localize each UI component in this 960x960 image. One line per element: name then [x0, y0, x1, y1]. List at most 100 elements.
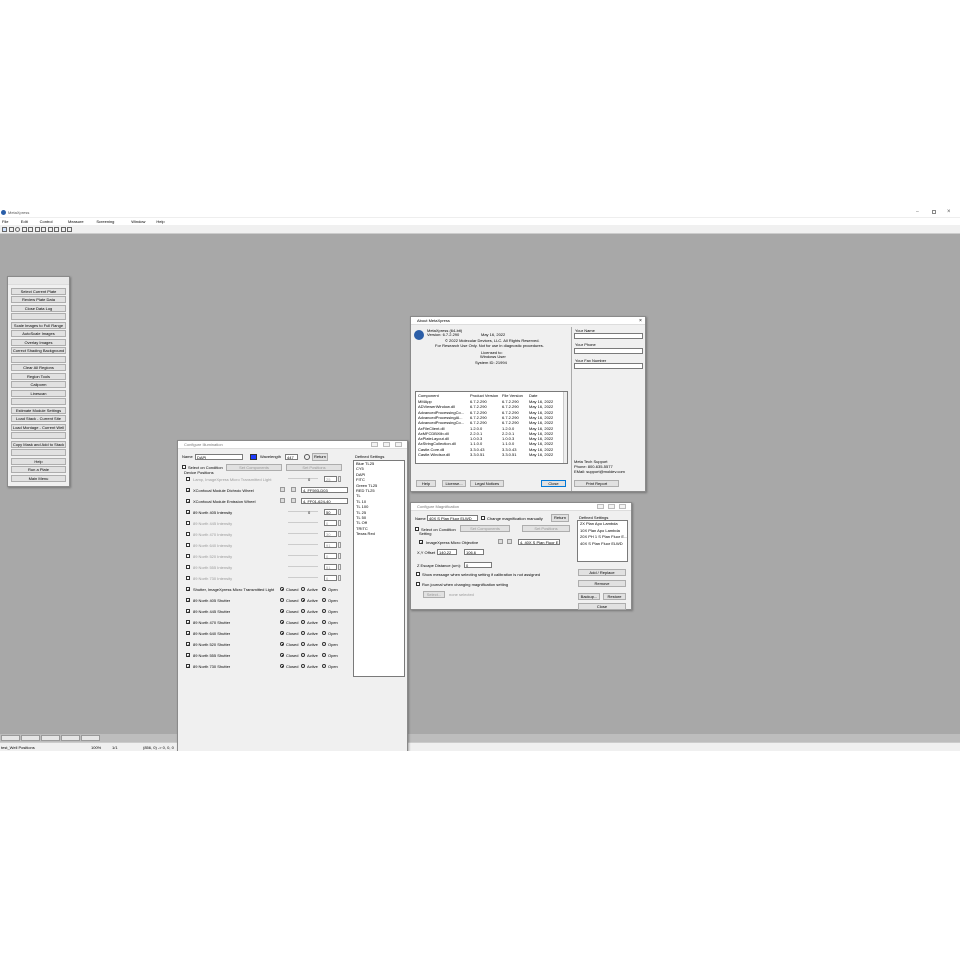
device-checkbox[interactable]: ✓: [186, 499, 190, 504]
multiline-icon[interactable]: [41, 227, 46, 232]
estimate-module-settings-button[interactable]: Estimate Module Settings: [11, 406, 66, 414]
shutter-open-radio[interactable]: [322, 609, 326, 613]
menu-item-control[interactable]: Control: [40, 219, 53, 224]
next-arrow[interactable]: [291, 487, 296, 492]
hand-icon[interactable]: [60, 227, 66, 232]
shutter-open-radio[interactable]: [322, 620, 326, 624]
menu-item-window[interactable]: Window: [131, 219, 145, 224]
prev-arrow[interactable]: [498, 539, 503, 544]
intensity-input[interactable]: 51: [324, 564, 337, 570]
defined-settings-list[interactable]: 2X Plan Apo Lambda 10X Plan Apo Lambda 20X…: [577, 520, 628, 562]
spinner-icon[interactable]: [338, 520, 341, 526]
close-icon[interactable]: ×: [947, 209, 951, 215]
table-row[interactable]: ADViewerWindow.dll 6.7.2.290 6.7.2.290 May …: [416, 404, 561, 409]
run-a-plate-button[interactable]: Run a Plate: [11, 466, 66, 473]
device-checkbox[interactable]: [186, 521, 190, 525]
line-icon[interactable]: [34, 227, 40, 232]
defined-setting-item[interactable]: 10X Plan Apo Lambda: [578, 528, 627, 535]
wavelength-input[interactable]: 447: [285, 454, 298, 460]
spinner-icon[interactable]: [338, 564, 341, 570]
set-positions-button[interactable]: Set Positions: [522, 525, 570, 532]
objective-checkbox[interactable]: ✓: [419, 540, 423, 545]
device-checkbox[interactable]: ✓: [186, 510, 190, 515]
change-magnification-checkbox[interactable]: [481, 516, 485, 520]
arc-icon[interactable]: [54, 227, 59, 232]
close-button[interactable]: Close: [541, 480, 566, 487]
minimized-window-tab[interactable]: [81, 735, 100, 741]
refresh-icon[interactable]: [304, 454, 310, 460]
rectangle-icon[interactable]: [8, 227, 14, 232]
region-tools-button[interactable]: Region Tools: [11, 372, 66, 380]
shutter-active-radio[interactable]: [301, 653, 305, 657]
run-journal-checkbox[interactable]: [416, 582, 420, 586]
spinner-icon[interactable]: [338, 542, 341, 548]
return-button[interactable]: Return: [551, 514, 569, 522]
table-row[interactable]: Castle.Core.dll 3.3.0.43 3.3.0.43 May 16, 2…: [416, 447, 561, 452]
menu-item-screening[interactable]: Screening: [96, 219, 114, 224]
next-arrow[interactable]: [291, 498, 296, 503]
spinner-icon[interactable]: [338, 476, 341, 482]
correct-shading-background-button[interactable]: Correct Shading Background: [11, 347, 66, 354]
angle-icon[interactable]: [47, 227, 53, 232]
shutter-open-radio[interactable]: [322, 642, 326, 646]
prev-arrow[interactable]: [280, 498, 285, 503]
maximize-icon[interactable]: [383, 442, 390, 447]
table-row[interactable]: MMApp 6.7.2.290 6.7.2.290 May 16, 2022: [416, 399, 561, 404]
device-checkbox[interactable]: ✓: [186, 631, 190, 636]
copy-mask-and-add-to-stack-button[interactable]: Copy Mask and Add to Stack: [11, 440, 66, 448]
intensity-slider[interactable]: [288, 533, 318, 534]
shutter-active-radio[interactable]: [301, 620, 305, 624]
clear-all-regions-button[interactable]: Clear All Regions: [11, 364, 66, 371]
select-on-condition-checkbox[interactable]: [182, 465, 186, 469]
shutter-closed-radio[interactable]: [280, 598, 284, 602]
shutter-closed-radio[interactable]: [280, 631, 284, 635]
menu-item-edit[interactable]: Edit: [21, 219, 28, 224]
legal-notices-button[interactable]: Legal Notices: [470, 480, 504, 487]
ellipse-icon[interactable]: [15, 227, 20, 232]
name-input[interactable]: 40X S Plan Fluor ELWD: [427, 515, 478, 521]
intensity-slider[interactable]: [288, 566, 318, 567]
scrollbar[interactable]: [563, 392, 567, 463]
spacer-button[interactable]: [11, 449, 66, 456]
shutter-active-radio[interactable]: [301, 642, 305, 646]
defined-setting-item[interactable]: 40X S Plan Fluor ELWD: [578, 541, 627, 548]
shutter-active-radio[interactable]: [301, 598, 305, 602]
device-position-select[interactable]: 4. FF01-624-40: [301, 498, 348, 504]
maximize-icon[interactable]: [608, 504, 615, 509]
intensity-slider[interactable]: [288, 555, 318, 556]
menu-item-help[interactable]: Help: [156, 219, 164, 224]
remove-button[interactable]: Remove: [578, 580, 626, 587]
backup-button[interactable]: Backup...: [578, 593, 600, 600]
intensity-slider[interactable]: [288, 511, 318, 512]
license-button[interactable]: License...: [442, 480, 466, 487]
table-row[interactable]: AxStringCollection.dll 1.1.0.0 1.1.0.0 May …: [416, 441, 561, 446]
shutter-active-radio[interactable]: [301, 631, 305, 635]
device-checkbox[interactable]: [186, 576, 190, 580]
components-table[interactable]: Component Product Version File Version Date…: [415, 391, 568, 464]
add-replace-button[interactable]: Add / Replace: [578, 569, 626, 576]
minimize-icon[interactable]: [597, 504, 604, 509]
table-row[interactable]: Castle.Windsor.dll 3.3.0.51 3.3.0.51 May 16…: [416, 452, 561, 457]
spinner-icon[interactable]: [338, 575, 341, 581]
shutter-closed-radio[interactable]: [280, 620, 284, 624]
intensity-slider[interactable]: [288, 522, 318, 523]
x-offset-input[interactable]: 140.22: [437, 549, 457, 555]
spacer-button[interactable]: [11, 398, 66, 405]
device-checkbox[interactable]: [186, 477, 190, 481]
intensity-input[interactable]: 0: [324, 553, 337, 559]
intensity-input[interactable]: 91: [324, 542, 337, 548]
minimized-window-tab[interactable]: [21, 735, 40, 741]
device-checkbox[interactable]: ✓: [186, 488, 190, 493]
show-message-checkbox[interactable]: [416, 572, 420, 576]
menu-item-file[interactable]: File: [2, 219, 8, 224]
defined-settings-list[interactable]: Blue TL25 CY5 DAPI FITC Green TL25 RED TL25 TL…: [353, 460, 405, 677]
device-checkbox[interactable]: [186, 565, 190, 569]
pointer-icon[interactable]: [2, 227, 7, 232]
device-checkbox[interactable]: [186, 532, 190, 536]
objective-select[interactable]: 4. 40X S Plan Fluor E: [518, 539, 560, 545]
load-montage-current-well-button[interactable]: Load Montage - Current Well: [11, 423, 66, 431]
freehand-icon[interactable]: [28, 227, 33, 232]
device-checkbox[interactable]: [186, 554, 190, 558]
close-icon[interactable]: [619, 504, 626, 509]
autoscale-images-button[interactable]: AutoScale Images: [11, 330, 66, 337]
